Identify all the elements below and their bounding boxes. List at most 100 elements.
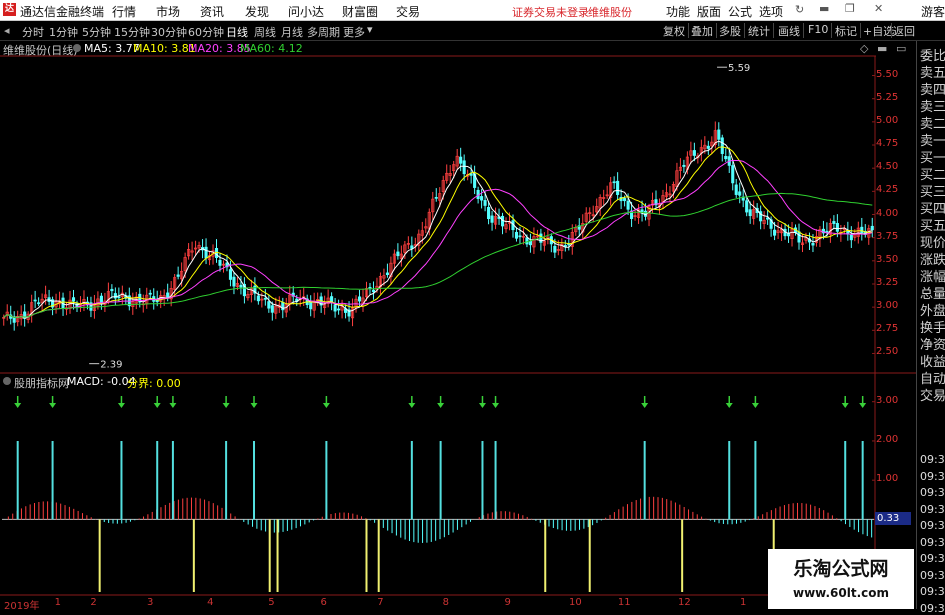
candle-body xyxy=(148,292,152,295)
buy-arrow-icon xyxy=(437,403,445,408)
trade-time: 09:32 xyxy=(920,469,945,483)
buy-arrow-icon xyxy=(250,403,258,408)
candle-body xyxy=(717,129,721,140)
price-axis-label: 3.00 xyxy=(876,300,899,312)
candle-body xyxy=(309,301,313,310)
candle-body xyxy=(117,296,121,299)
candle-body xyxy=(462,160,466,175)
price-axis-label: 3.75 xyxy=(876,230,899,242)
candle-body xyxy=(797,231,801,243)
candle-body xyxy=(720,137,724,154)
quote-side-panel[interactable]: 委比 卖五 卖四 卖三 卖二 卖一 买一 买二 买三 买四 买五 现价 涨跌 涨幅 总量 外盘 换手 净资 收益 自动… xyxy=(916,41,945,615)
candle-body xyxy=(337,308,341,311)
date-label: 8 xyxy=(442,597,449,608)
ma10-line xyxy=(3,146,873,319)
buy-arrow-icon xyxy=(725,403,733,408)
candle-body xyxy=(514,231,519,239)
candle-body xyxy=(616,180,620,195)
candle-body xyxy=(330,296,334,303)
price-axis-label: 5.25 xyxy=(876,91,899,103)
date-label: 12 xyxy=(678,597,691,608)
date-label: 2019年 xyxy=(4,601,40,612)
candle-body xyxy=(825,230,829,233)
kline-chart-area[interactable]: 5.59 2.39 xyxy=(0,0,916,609)
candle-body xyxy=(553,245,557,253)
candle-body xyxy=(270,305,274,313)
trade-time: 09:32 xyxy=(920,585,945,598)
date-label: 5 xyxy=(268,597,275,608)
candle-body xyxy=(99,295,103,303)
indicator-settings-icon[interactable] xyxy=(3,377,11,385)
candle-body xyxy=(748,209,752,217)
buy-arrow-icon xyxy=(859,403,867,408)
indicator-axis-label: 3.00 xyxy=(876,394,899,406)
buy-arrow-icon xyxy=(14,403,22,408)
candle-body xyxy=(487,207,491,220)
candle-body xyxy=(256,295,260,302)
ma5-line xyxy=(3,140,873,319)
date-label: 6 xyxy=(320,597,327,608)
candle-body xyxy=(626,200,630,210)
candle-body xyxy=(870,225,874,231)
trade-time: 09:32 xyxy=(920,568,945,582)
price-axis-label: 3.25 xyxy=(876,276,899,288)
candle-body xyxy=(738,191,742,196)
date-label: 3 xyxy=(147,597,154,608)
fenjie-value: 分界: 0.00 xyxy=(127,377,181,390)
price-axis-label: 4.25 xyxy=(876,184,899,196)
candle-body xyxy=(480,196,484,201)
trade-time: 09:32 xyxy=(920,601,945,615)
candle-body xyxy=(811,242,815,246)
buy-arrow-icon xyxy=(408,403,416,408)
date-label: 11 xyxy=(617,597,631,608)
indicator-current-badge: 0.33 xyxy=(875,512,911,525)
trade-time: 09:32 xyxy=(920,453,945,466)
trade-time: 09:32 xyxy=(920,552,945,565)
panel-label[interactable]: 交易 xyxy=(920,385,945,404)
high-annotation: 5.59 xyxy=(728,63,750,74)
candle-body xyxy=(849,234,853,241)
candle-body xyxy=(724,155,728,160)
price-axis-label: 2.50 xyxy=(876,346,899,358)
indicator-axis-label: 2.00 xyxy=(876,433,899,445)
candle-body xyxy=(71,297,76,302)
candle-body xyxy=(176,274,180,277)
guest-label[interactable]: 游客 xyxy=(921,3,945,20)
date-label: 7 xyxy=(377,597,384,608)
candle-body xyxy=(333,304,337,312)
candle-body xyxy=(239,284,243,288)
trade-time: 09:32 xyxy=(920,519,945,532)
candle-body xyxy=(110,288,114,292)
candle-body xyxy=(166,292,170,299)
buy-arrow-icon xyxy=(322,403,330,408)
candle-body xyxy=(706,145,710,149)
price-axis-label: 4.00 xyxy=(876,207,899,219)
candle-body xyxy=(113,293,117,299)
candle-body xyxy=(228,269,233,280)
candle-body xyxy=(483,200,487,206)
candle-body xyxy=(832,221,836,224)
watermark-url: www.60lt.com xyxy=(792,586,890,600)
buy-arrow-icon xyxy=(117,403,125,408)
candle-body xyxy=(263,297,267,300)
date-label: 10 xyxy=(569,597,582,608)
buy-arrow-icon xyxy=(751,403,759,408)
buy-arrow-icon xyxy=(841,403,849,408)
candle-body xyxy=(786,233,791,237)
indicator-name: 股朋指标网 xyxy=(14,377,69,390)
date-label: 4 xyxy=(207,597,214,608)
candle-body xyxy=(692,150,696,156)
candle-body xyxy=(33,299,37,302)
candle-body xyxy=(434,197,438,199)
price-axis-label: 2.75 xyxy=(876,323,899,335)
candle-body xyxy=(860,226,864,234)
price-axis-label: 3.50 xyxy=(876,253,899,265)
candle-body xyxy=(731,165,735,184)
watermark-title: 乐淘公式网 xyxy=(793,558,889,580)
buy-arrow-icon xyxy=(641,403,649,408)
date-label: 9 xyxy=(504,597,511,608)
candle-body xyxy=(368,287,372,289)
macd-value: MACD: -0.04 xyxy=(67,375,136,388)
date-label: 1 xyxy=(54,597,61,608)
candle-body xyxy=(490,215,494,223)
